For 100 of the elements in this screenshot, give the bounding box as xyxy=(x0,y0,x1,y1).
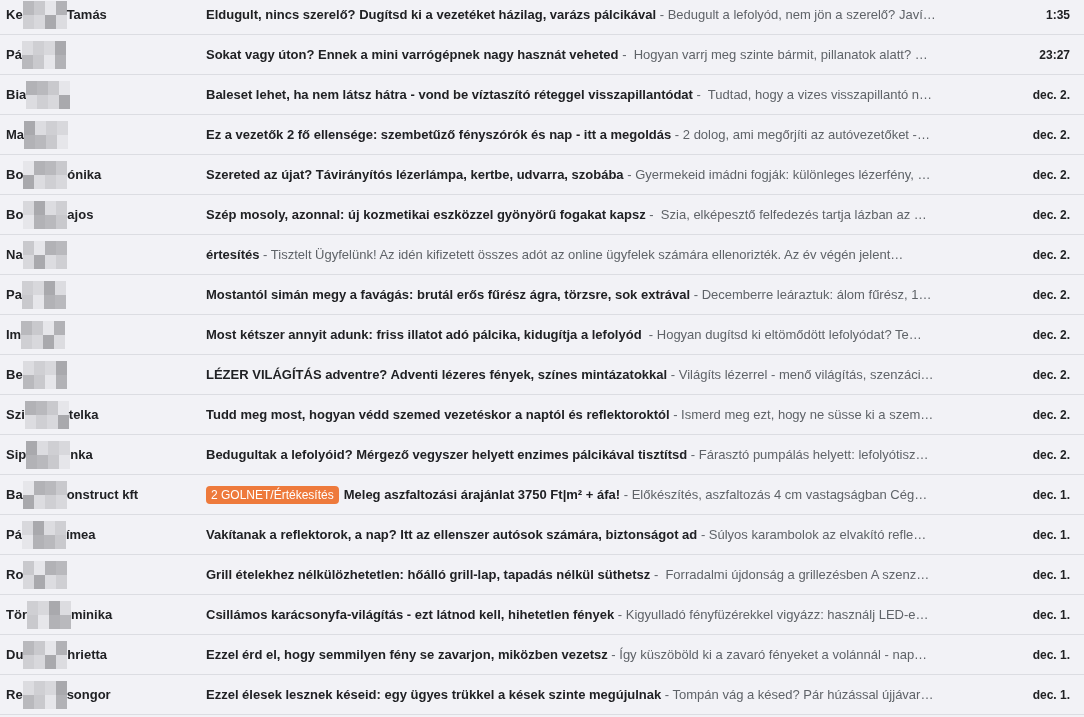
email-snippet: - Bedugult a lefolyód, nem jön a szerelő? Javí… xyxy=(658,7,936,22)
sender-name: nka xyxy=(70,447,93,462)
pixelated-block-icon xyxy=(23,560,68,589)
sender-name: onstruct kft xyxy=(66,487,139,502)
email-snippet: - Így küszöböld ki a zavaró fényeket a volánnál - nap… xyxy=(610,647,928,662)
pixelated-block-icon xyxy=(24,120,69,149)
sender-name: Im xyxy=(6,327,22,342)
email-snippet: - Világíts lézerrel - menő világítás, szenzáci… xyxy=(669,367,934,382)
sender-name: Pa xyxy=(6,287,22,302)
sender-name: songor xyxy=(66,687,111,702)
email-subject: Csillámos karácsonyfa-világítás - ezt látnod kell, hihetetlen fények xyxy=(206,607,615,622)
pixelated-block-icon xyxy=(26,440,71,469)
email-snippet: - Tisztelt Ügyfelünk! Az idén kifizetett összes adót az online ügyfelek számára ellenorizték. Az év végén jelent… xyxy=(262,247,904,262)
email-date: dec. 2. xyxy=(1031,127,1071,142)
pixelated-block-icon xyxy=(21,40,66,69)
pixelated-block-icon xyxy=(22,240,67,269)
sender-name: ajos xyxy=(67,207,94,222)
email-subject: Tudd meg most, hogyan védd szemed vezetéskor a naptól és reflektoroktól xyxy=(206,407,670,422)
email-subject: Ez a vezetők 2 fő ellensége: szembetűző fényszórók és nap - itt a megoldás xyxy=(206,127,672,142)
email-snippet: - Hogyan varrj meg szinte bármit, pillanatok alatt? … xyxy=(621,47,928,62)
email-subject: Meleg aszfaltozási árajánlat 3750 Ft|m² + áfa! xyxy=(343,487,621,502)
email-subject: LÉZER VILÁGÍTÁS adventre? Adventi lézeres fények, színes mintázatokkal xyxy=(206,367,668,382)
email-date: dec. 2. xyxy=(1031,327,1071,342)
email-date: dec. 2. xyxy=(1031,407,1071,422)
email-subject: Bedugultak a lefolyóid? Mérgező vegyszer helyett enzimes pálcikával tisztítsd xyxy=(206,447,688,462)
sender-name: Bo xyxy=(6,167,24,182)
sender-name: telka xyxy=(68,407,99,422)
sender-name: Pá xyxy=(6,47,22,62)
email-snippet: - Tudtad, hogy a vizes visszapillantó n… xyxy=(695,87,933,102)
email-subject: értesítés xyxy=(206,247,260,262)
pixelated-block-icon xyxy=(23,200,68,229)
pixelated-block-icon xyxy=(26,80,71,109)
email-subject: Vakítanak a reflektorok, a nap? Itt az ellenszer autósok számára, biztonságot ad xyxy=(206,527,698,542)
sender-name: Sip xyxy=(6,447,27,462)
email-date: dec. 1. xyxy=(1031,647,1071,662)
pixelated-block-icon xyxy=(22,480,67,509)
sender-name: Na xyxy=(6,247,23,262)
email-snippet: - Ismerd meg ezt, hogy ne süsse ki a szem… xyxy=(672,407,934,422)
email-date: dec. 2. xyxy=(1031,87,1071,102)
sender-name: Be xyxy=(6,367,23,382)
email-row[interactable]: Ke Tamás Eldugult, nincs szerelő? Dugítsd ki a vezetéket házilag, varázs pálcikával - Bedugult a lefolyód, nem jön a szerelő? Javí… 1:35 xyxy=(0,0,1084,35)
email-date: dec. 1. xyxy=(1031,487,1071,502)
email-snippet: - Súlyos karambolok az elvakító refle… xyxy=(699,527,927,542)
sender-name: Pá xyxy=(6,527,22,542)
pixelated-block-icon xyxy=(23,160,68,189)
sender-name: Bia xyxy=(6,87,27,102)
email-snippet: - Fárasztó pumpálás helyett: lefolyótisz… xyxy=(689,447,929,462)
email-date: dec. 2. xyxy=(1031,447,1071,462)
email-subject: Baleset lehet, ha nem látsz hátra - vond be víztaszító réteggel visszapillantódat xyxy=(206,87,693,102)
email-snippet: - 2 dolog, ami megőrjíti az autóvezetőket -… xyxy=(673,127,930,142)
email-date: dec. 1. xyxy=(1031,567,1071,582)
email-subject: Ezzel érd el, hogy semmilyen fény se zavarjon, miközben vezetsz xyxy=(206,647,608,662)
pixelated-block-icon xyxy=(21,520,66,549)
sender-name: Ma xyxy=(6,127,25,142)
email-snippet: - Forradalmi újdonság a grillezésben A szenz… xyxy=(652,567,930,582)
sender-name: Tör xyxy=(6,607,27,622)
email-date: dec. 2. xyxy=(1031,167,1071,182)
sender-name: Tamás xyxy=(66,7,107,22)
sender-name: Ba xyxy=(6,487,23,502)
pixelated-block-icon xyxy=(26,600,71,629)
email-subject: Eldugult, nincs szerelő? Dugítsd ki a vezetéket házilag, varázs pálcikával xyxy=(206,7,657,22)
email-date: 1:35 xyxy=(1044,7,1071,22)
email-snippet: - Hogyan dugítsd ki eltömődött lefolyódat? Te… xyxy=(647,327,922,342)
email-date: 23:27 xyxy=(1038,47,1071,62)
pixelated-block-icon xyxy=(21,280,66,309)
email-snippet: - Kigyulladó fényfüzérekkel vigyázz: használj LED-e… xyxy=(616,607,929,622)
email-snippet: - Előkészítés, aszfaltozás 4 cm vastagságban Cég… xyxy=(622,487,928,502)
pixelated-block-icon xyxy=(22,360,67,389)
email-subject: Mostantól simán megy a favágás: brutál erős fűrész ágra, törzsre, sok extrával xyxy=(206,287,691,302)
email-snippet: - Gyermekeid imádni fogják: különleges lézerfény, … xyxy=(626,167,931,182)
email-subject: Most kétszer annyit adunk: friss illatot adó pálcika, kidugítja a lefolyód xyxy=(206,327,642,342)
sender-name: Szi xyxy=(6,407,25,422)
email-subject: Ezzel élesek lesznek késeid: egy ügyes trükkel a kések szinte megújulnak xyxy=(206,687,662,702)
pixelated-block-icon xyxy=(22,0,67,29)
email-subject: Szép mosoly, azonnal: új kozmetikai eszközzel gyönyörű fogakat kapsz xyxy=(206,207,646,222)
email-date: dec. 1. xyxy=(1031,607,1071,622)
sender-name: Ro xyxy=(6,567,24,582)
sender-name: Ke xyxy=(6,7,23,22)
email-date: dec. 1. xyxy=(1031,687,1071,702)
sender-name: Bo xyxy=(6,207,24,222)
sender-name: ímea xyxy=(65,527,96,542)
sender-name: minika xyxy=(70,607,113,622)
email-snippet: - Decemberre leáraztuk: álom fűrész, 1… xyxy=(692,287,932,302)
email-date: dec. 2. xyxy=(1031,207,1071,222)
pixelated-block-icon xyxy=(21,320,66,349)
sender-name: Re xyxy=(6,687,23,702)
email-snippet: - Szia, elképesztő felfedezés tartja lázban az … xyxy=(648,207,927,222)
email-subject: Sokat vagy úton? Ennek a mini varrógépnek nagy hasznát veheted xyxy=(206,47,619,62)
email-date: dec. 1. xyxy=(1031,527,1071,542)
pixelated-block-icon xyxy=(23,640,68,669)
email-subject: Grill ételekhez nélkülözhetetlen: hőálló grill-lap, tapadás nélkül süthetsz xyxy=(206,567,651,582)
email-date: dec. 2. xyxy=(1031,287,1071,302)
email-subject: Szereted az újat? Távirányítós lézerlámpa, kertbe, udvarra, szobába xyxy=(206,167,624,182)
pixelated-block-icon xyxy=(22,680,67,709)
sender-name: hrietta xyxy=(67,647,108,662)
email-snippet: - Tompán vág a késed? Pár húzással újjávar… xyxy=(663,687,934,702)
sender-name: Du xyxy=(6,647,24,662)
sender-name: ónika xyxy=(67,167,102,182)
pixelated-block-icon xyxy=(24,400,69,429)
email-date: dec. 2. xyxy=(1031,247,1071,262)
